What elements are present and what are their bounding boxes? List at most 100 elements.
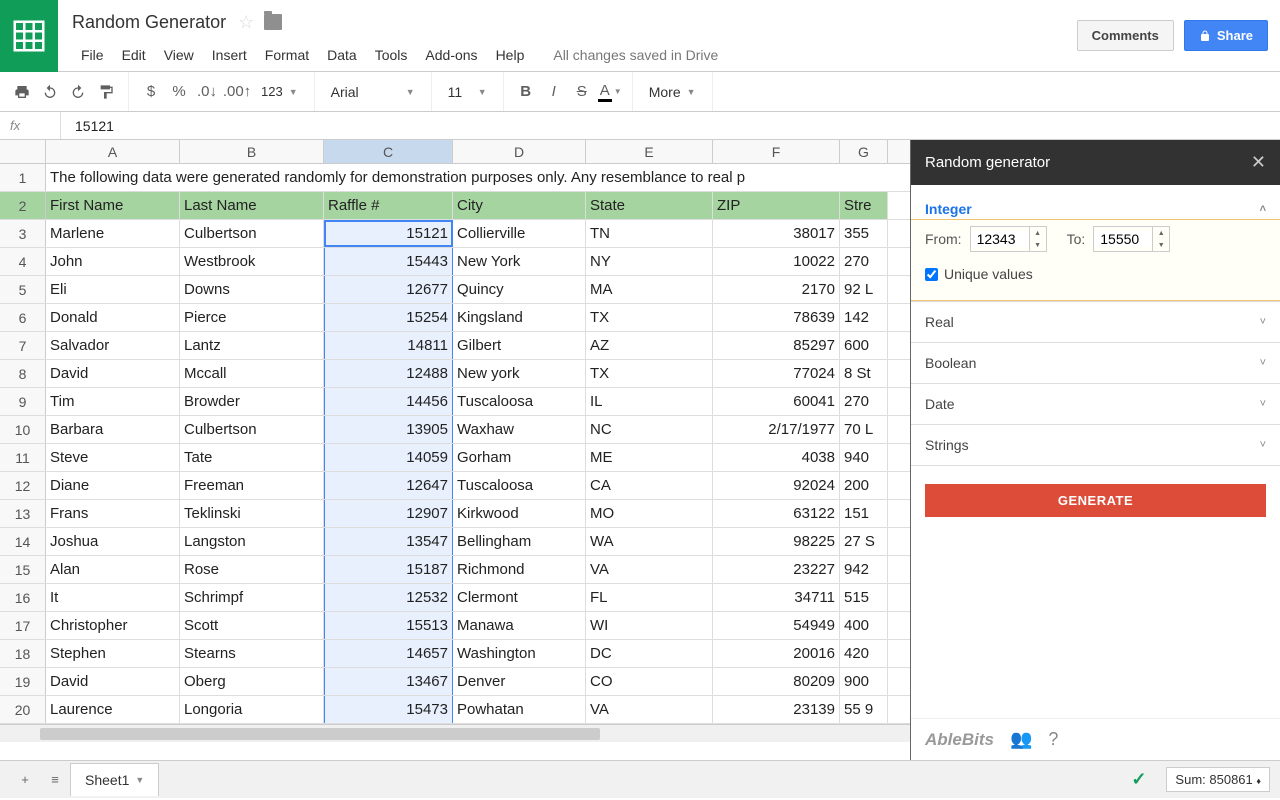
cell[interactable]: City — [453, 192, 586, 219]
cell[interactable]: 92024 — [713, 472, 840, 499]
cell[interactable]: Collierville — [453, 220, 586, 247]
cell[interactable]: 420 — [840, 640, 888, 667]
cell[interactable]: WI — [586, 612, 713, 639]
cell[interactable]: Freeman — [180, 472, 324, 499]
cell[interactable]: 355 — [840, 220, 888, 247]
cell[interactable]: Waxhaw — [453, 416, 586, 443]
cell[interactable]: Tuscaloosa — [453, 388, 586, 415]
cell[interactable]: 23227 — [713, 556, 840, 583]
row-header[interactable]: 20 — [0, 696, 46, 723]
menu-format[interactable]: Format — [256, 43, 318, 67]
decimal-inc-icon[interactable]: .00↑ — [221, 78, 253, 106]
cell[interactable]: IL — [586, 388, 713, 415]
cell[interactable]: 13905 — [324, 416, 453, 443]
cell[interactable]: Laurence — [46, 696, 180, 723]
row-header[interactable]: 5 — [0, 276, 46, 303]
folder-icon[interactable] — [264, 14, 282, 30]
cell[interactable]: Schrimpf — [180, 584, 324, 611]
cell[interactable]: Westbrook — [180, 248, 324, 275]
row-header[interactable]: 11 — [0, 444, 46, 471]
cell[interactable]: Kirkwood — [453, 500, 586, 527]
cell[interactable]: Clermont — [453, 584, 586, 611]
cell[interactable]: 142 — [840, 304, 888, 331]
cell[interactable]: Salvador — [46, 332, 180, 359]
unique-checkbox[interactable]: Unique values — [925, 266, 1266, 282]
cell[interactable]: Richmond — [453, 556, 586, 583]
cell[interactable]: 270 — [840, 248, 888, 275]
menu-edit[interactable]: Edit — [113, 43, 155, 67]
cell[interactable]: Quincy — [453, 276, 586, 303]
row-header[interactable]: 16 — [0, 584, 46, 611]
cell[interactable]: NY — [586, 248, 713, 275]
cell[interactable]: Culbertson — [180, 220, 324, 247]
people-icon[interactable]: 👥 — [1010, 729, 1032, 750]
cell[interactable]: 2/17/1977 — [713, 416, 840, 443]
cell[interactable]: 77024 — [713, 360, 840, 387]
col-header[interactable]: G — [840, 140, 888, 163]
row-header[interactable]: 19 — [0, 668, 46, 695]
currency-icon[interactable]: $ — [137, 78, 165, 106]
cell[interactable]: David — [46, 360, 180, 387]
cell[interactable]: WA — [586, 528, 713, 555]
cell[interactable]: 38017 — [713, 220, 840, 247]
cell[interactable]: ZIP — [713, 192, 840, 219]
cell[interactable]: Teklinski — [180, 500, 324, 527]
star-icon[interactable]: ☆ — [238, 12, 254, 33]
cell[interactable]: 600 — [840, 332, 888, 359]
cell[interactable]: Browder — [180, 388, 324, 415]
row-header[interactable]: 14 — [0, 528, 46, 555]
cell[interactable]: 13467 — [324, 668, 453, 695]
cell[interactable]: 940 — [840, 444, 888, 471]
cell[interactable]: Barbara — [46, 416, 180, 443]
row-header[interactable]: 4 — [0, 248, 46, 275]
cell[interactable]: 151 — [840, 500, 888, 527]
cell[interactable]: 60041 — [713, 388, 840, 415]
cell[interactable]: Scott — [180, 612, 324, 639]
cell[interactable]: Gorham — [453, 444, 586, 471]
col-header[interactable]: D — [453, 140, 586, 163]
font-select[interactable]: Arial▼ — [323, 78, 423, 106]
number-format-select[interactable]: 123 ▼ — [253, 78, 306, 106]
cell[interactable]: First Name — [46, 192, 180, 219]
cell[interactable]: Bellingham — [453, 528, 586, 555]
help-icon[interactable]: ? — [1048, 729, 1058, 750]
cell[interactable]: Eli — [46, 276, 180, 303]
cell[interactable]: VA — [586, 556, 713, 583]
cell[interactable]: Oberg — [180, 668, 324, 695]
cell[interactable]: Denver — [453, 668, 586, 695]
cell[interactable]: 70 L — [840, 416, 888, 443]
bold-icon[interactable]: B — [512, 78, 540, 106]
cell[interactable]: Christopher — [46, 612, 180, 639]
row-header[interactable]: 17 — [0, 612, 46, 639]
document-title[interactable]: Random Generator — [72, 12, 226, 33]
fx-value[interactable]: 15121 — [75, 118, 114, 134]
col-header[interactable]: B — [180, 140, 324, 163]
row-header[interactable]: 8 — [0, 360, 46, 387]
undo-icon[interactable] — [36, 78, 64, 106]
cell[interactable]: 8 St — [840, 360, 888, 387]
menu-data[interactable]: Data — [318, 43, 366, 67]
cell[interactable]: 270 — [840, 388, 888, 415]
cell[interactable]: Tate — [180, 444, 324, 471]
strike-icon[interactable]: S — [568, 78, 596, 106]
cell[interactable]: 14456 — [324, 388, 453, 415]
cell[interactable]: Last Name — [180, 192, 324, 219]
cell[interactable]: 85297 — [713, 332, 840, 359]
cell[interactable]: 63122 — [713, 500, 840, 527]
cell[interactable]: Marlene — [46, 220, 180, 247]
col-header[interactable]: E — [586, 140, 713, 163]
paint-format-icon[interactable] — [92, 78, 120, 106]
cell[interactable]: 12488 — [324, 360, 453, 387]
cell[interactable]: 80209 — [713, 668, 840, 695]
cell[interactable]: 12677 — [324, 276, 453, 303]
cell[interactable]: VA — [586, 696, 713, 723]
cell[interactable]: 14657 — [324, 640, 453, 667]
print-icon[interactable] — [8, 78, 36, 106]
cell[interactable]: 515 — [840, 584, 888, 611]
col-header[interactable]: A — [46, 140, 180, 163]
row-header[interactable]: 15 — [0, 556, 46, 583]
italic-icon[interactable]: I — [540, 78, 568, 106]
cell[interactable]: CA — [586, 472, 713, 499]
cell[interactable]: 15473 — [324, 696, 453, 723]
font-size-select[interactable]: 11 ▼ — [440, 78, 495, 106]
